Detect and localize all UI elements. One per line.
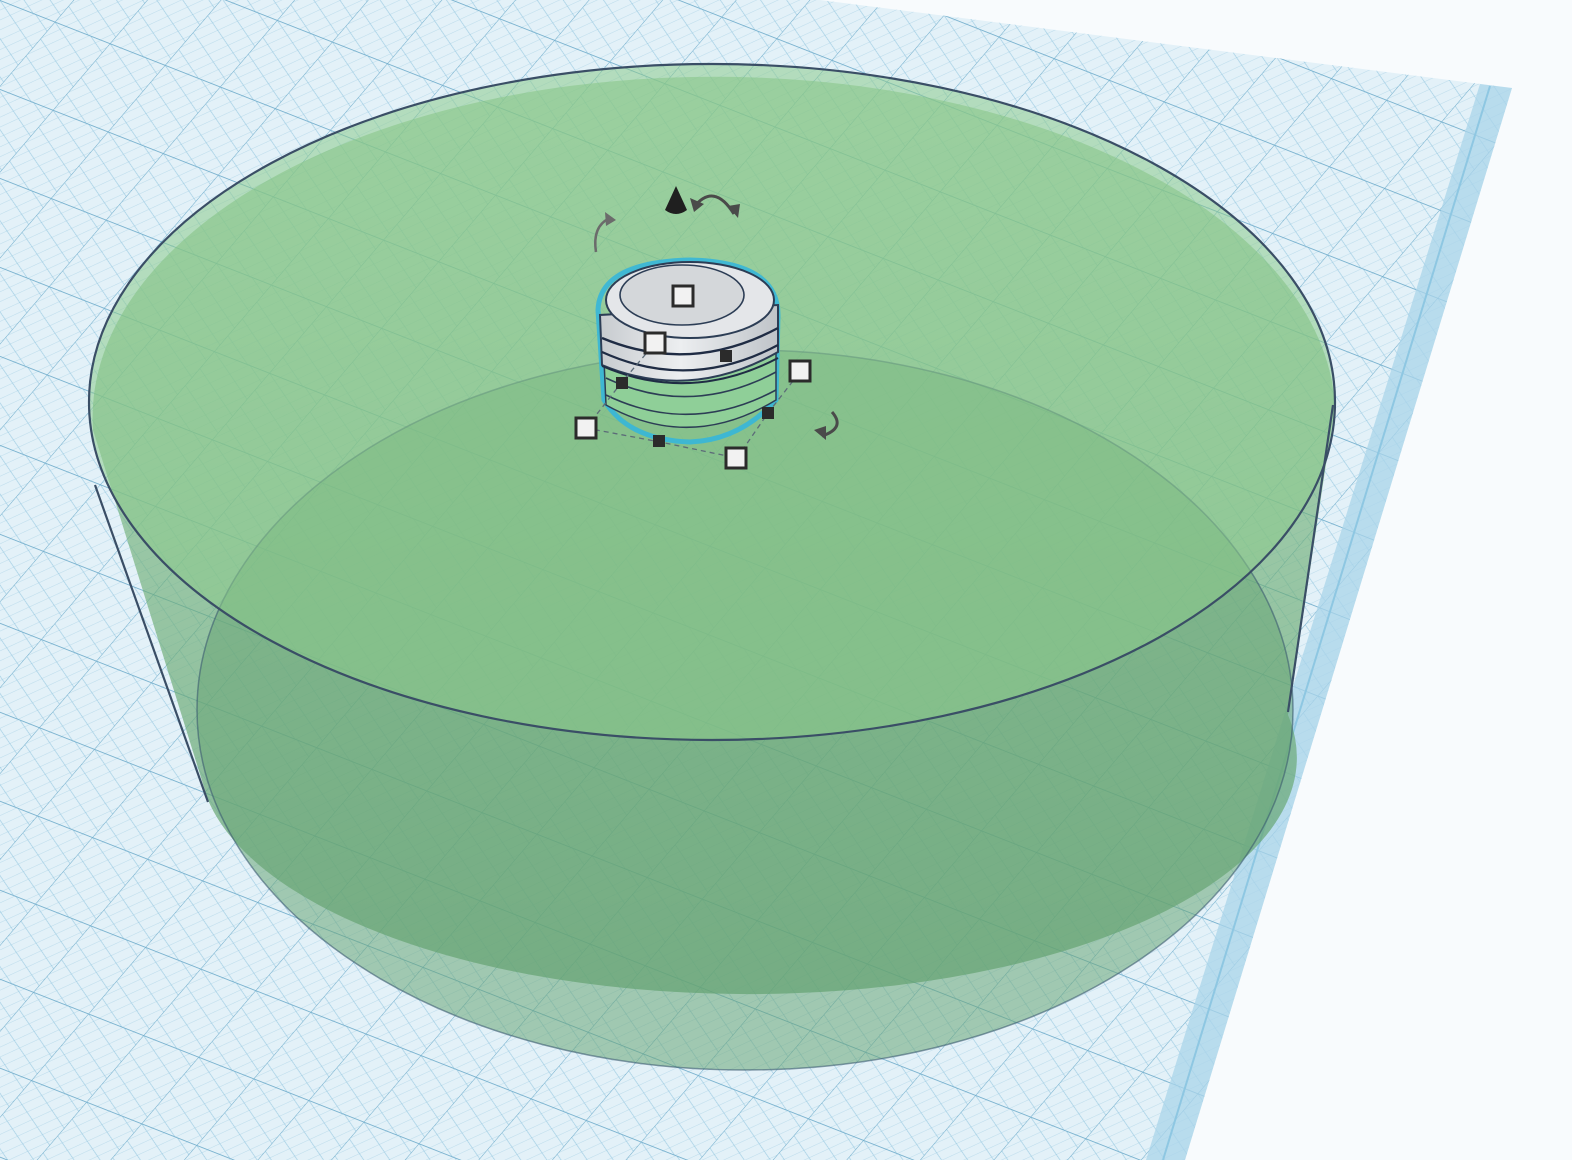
- edge-handle[interactable]: [653, 435, 665, 447]
- scene-canvas[interactable]: [0, 0, 1572, 1160]
- corner-handle[interactable]: [788, 359, 812, 383]
- corner-handle[interactable]: [643, 331, 667, 355]
- edge-handle[interactable]: [616, 377, 628, 389]
- corner-handle[interactable]: [724, 446, 748, 470]
- height-handle[interactable]: [671, 284, 695, 308]
- corner-handle[interactable]: [574, 416, 598, 440]
- edge-handle[interactable]: [720, 350, 732, 362]
- edge-handle[interactable]: [762, 407, 774, 419]
- design-viewport[interactable]: [0, 0, 1572, 1160]
